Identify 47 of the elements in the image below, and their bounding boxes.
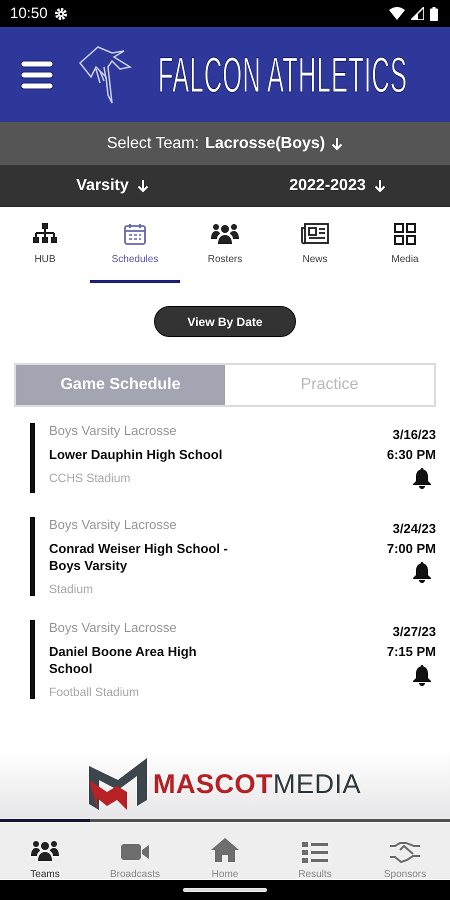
game-location: CCHS Stadium	[49, 471, 132, 485]
home-icon	[210, 837, 240, 863]
arrow-down-icon	[136, 179, 149, 193]
game-date: 3/16/23	[392, 427, 436, 442]
bell-icon[interactable]	[412, 467, 432, 489]
game-category: Boys Varsity Lacrosse	[49, 423, 178, 438]
filter-dropdown[interactable]: 2022-2023	[225, 165, 450, 207]
game-location: Football Stadium	[49, 685, 140, 699]
gear-icon	[54, 6, 68, 20]
bell-icon[interactable]	[412, 664, 432, 686]
sponsor-logo-text: MASCOTMEDIA	[152, 768, 361, 800]
game-card[interactable]: Boys Varsity Lacrosse Lower Dauphin High School CCHS Stadium 3/16/23 6:30 PM	[30, 423, 436, 493]
menu-icon[interactable]	[20, 60, 54, 90]
game-time: 7:15 PM	[386, 644, 436, 659]
game-category: Boys Varsity Lacrosse	[49, 517, 178, 532]
wifi-icon	[389, 7, 405, 20]
group-icon	[211, 222, 239, 246]
game-location: Stadium	[49, 582, 94, 596]
filter-dropdown[interactable]: Varsity	[0, 165, 225, 207]
calendar-icon	[123, 222, 147, 246]
battery-icon	[430, 6, 438, 20]
app-title: FALCON ATHLETICS	[158, 46, 408, 104]
opponent-name: Daniel Boone Area High School	[49, 643, 198, 677]
newspaper-icon	[300, 222, 330, 246]
game-card[interactable]: Boys Varsity Lacrosse Daniel Boone Area High School Football Stadium 3/27/23 7:15 PM	[30, 620, 436, 699]
gesture-handle[interactable]	[183, 888, 267, 892]
list-icon	[302, 841, 328, 863]
bell-icon[interactable]	[412, 561, 432, 583]
group-icon	[31, 839, 59, 863]
game-date: 3/27/23	[392, 624, 436, 639]
view-by-date-button[interactable]: View By Date	[154, 306, 296, 337]
arrow-down-icon	[374, 179, 386, 193]
grid-icon	[393, 222, 417, 246]
game-card[interactable]: Boys Varsity Lacrosse Conrad Weiser High School - Boys Varsity Stadium 3/24/23 7:00 PM	[30, 517, 436, 596]
team-selector[interactable]: Select Team: Lacrosse(Boys)	[0, 122, 450, 165]
game-time: 7:00 PM	[386, 541, 436, 556]
game-date: 3/24/23	[392, 521, 436, 536]
opponent-name: Lower Dauphin High School	[49, 446, 224, 463]
status-time: 10:50	[10, 5, 48, 22]
game-time: 6:30 PM	[386, 447, 436, 462]
game-category: Boys Varsity Lacrosse	[49, 620, 178, 635]
video-camera-icon	[120, 841, 150, 863]
signal-icon	[411, 7, 424, 20]
hierarchy-icon	[32, 222, 58, 246]
arrow-down-icon	[331, 136, 344, 150]
opponent-name: Conrad Weiser High School - Boys Varsity	[49, 540, 229, 574]
m-logo-icon	[88, 758, 147, 810]
